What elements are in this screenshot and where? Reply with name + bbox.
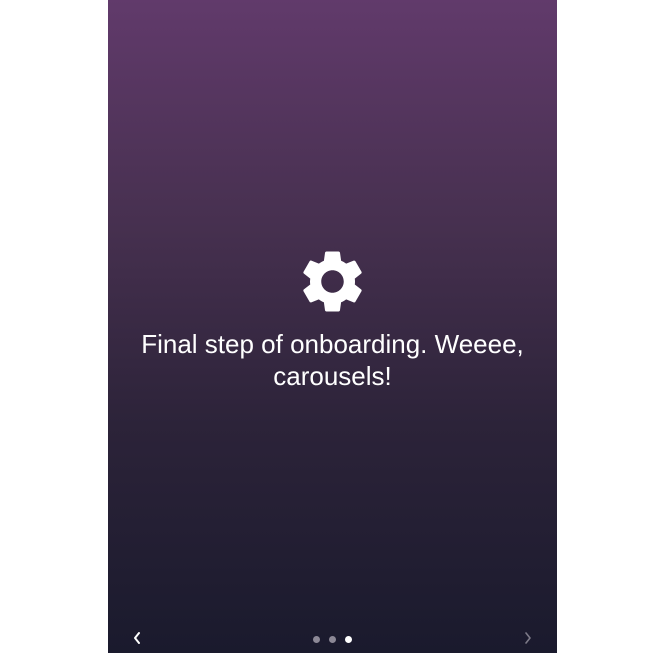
page-dot[interactable] [329,636,336,643]
gear-icon [295,244,370,319]
chevron-right-icon [525,632,531,644]
page-dot-active[interactable] [345,636,352,643]
page-indicator [312,636,362,644]
onboarding-screen: Final step of onboarding. Weeee, carouse… [108,0,557,653]
onboarding-message: Final step of onboarding. Weeee, carouse… [141,329,524,391]
carousel-slide: Final step of onboarding. Weeee, carouse… [108,0,557,653]
next-button[interactable] [513,623,543,653]
chevron-left-icon [134,632,140,644]
previous-button[interactable] [122,623,152,653]
page-dot[interactable] [313,636,320,643]
carousel-navigation [108,623,557,653]
